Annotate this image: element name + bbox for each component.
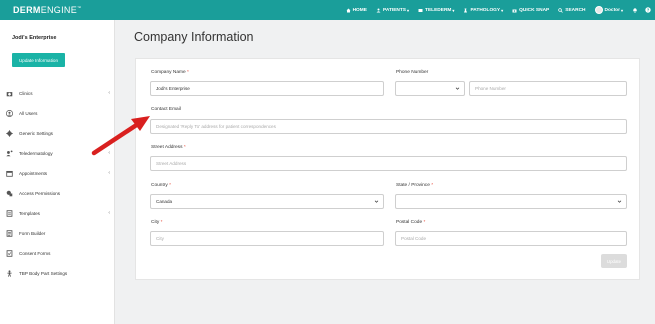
help-icon: ? xyxy=(645,7,651,13)
company-name-input[interactable]: Jodi's Enterprise xyxy=(150,81,384,96)
update-information-button[interactable]: Update Information xyxy=(12,53,65,67)
sidebar-item-appointments[interactable]: Appointments ‹ xyxy=(0,163,115,183)
company-name-label: Company Name * xyxy=(151,70,189,75)
telederm-icon xyxy=(6,149,13,156)
home-icon xyxy=(346,8,351,12)
phone-number-input[interactable]: Phone Number xyxy=(469,81,627,96)
country-label: Country * xyxy=(151,183,172,188)
chevron-down-icon xyxy=(374,200,379,203)
phone-country-code-select[interactable] xyxy=(395,81,465,96)
form-icon xyxy=(6,229,13,237)
permissions-icon xyxy=(6,190,13,196)
contact-email-input[interactable]: Designated 'Reply To' address for patien… xyxy=(150,119,627,134)
street-address-input[interactable]: Street Address xyxy=(150,156,627,171)
street-address-label: Street Address * xyxy=(151,145,186,150)
chevron-left-icon: ‹ xyxy=(108,150,110,156)
nav-telederm[interactable]: TELEDERM ▾ xyxy=(418,8,454,13)
city-input[interactable]: City xyxy=(150,231,384,246)
chevron-down-icon xyxy=(455,87,460,90)
top-navbar: DERMENGINE™ HOME PATIENTS ▾ TELEDERM ▾ PAT… xyxy=(0,0,655,20)
body-icon xyxy=(7,269,12,277)
main-nav: HOME PATIENTS ▾ TELEDERM ▾ PATHOLOGY ▾ QUIC… xyxy=(337,0,651,20)
chevron-left-icon: ‹ xyxy=(108,170,110,176)
sidebar-item-consent-forms[interactable]: Consent Forms xyxy=(0,243,115,263)
search-icon xyxy=(558,7,563,13)
postal-code-input[interactable]: Postal Code xyxy=(395,231,627,246)
chevron-left-icon: ‹ xyxy=(108,90,110,96)
bell-icon xyxy=(633,8,637,13)
clinic-icon xyxy=(6,91,13,96)
telederm-icon xyxy=(418,8,423,12)
country-select[interactable]: Canada xyxy=(150,194,384,209)
nav-home[interactable]: HOME xyxy=(346,8,367,13)
page-title: Company Information xyxy=(134,30,254,44)
org-name: Jodi's Enterprise xyxy=(12,35,57,41)
calendar-icon xyxy=(6,170,13,177)
state-province-label: State / Province * xyxy=(396,183,434,188)
sidebar-item-access-permissions[interactable]: Access Permissions xyxy=(0,183,115,203)
city-label: City * xyxy=(151,220,163,225)
sidebar-item-generic-settings[interactable]: Generic Settings xyxy=(0,123,115,143)
sidebar-item-tbp-body-part-settings[interactable]: TBP Body Part Settings xyxy=(0,263,115,283)
sidebar-item-form-builder[interactable]: Form Builder xyxy=(0,223,115,243)
sidebar: Jodi's Enterprise Update Information Cli… xyxy=(0,20,115,324)
nav-patients[interactable]: PATIENTS ▾ xyxy=(376,8,409,13)
sidebar-menu: Clinics ‹ All Users Generic Settings Tel… xyxy=(0,83,115,283)
user-menu[interactable]: Doctor ▾ xyxy=(594,6,623,14)
brand-logo[interactable]: DERMENGINE™ xyxy=(13,5,81,15)
gear-icon xyxy=(6,129,13,137)
pathology-icon xyxy=(464,8,468,12)
postal-code-label: Postal Code * xyxy=(396,220,426,225)
sidebar-item-templates[interactable]: Templates ‹ xyxy=(0,203,115,223)
sidebar-item-clinics[interactable]: Clinics ‹ xyxy=(0,83,115,103)
chevron-left-icon: ‹ xyxy=(108,210,110,216)
chevron-down-icon xyxy=(617,200,622,203)
nav-pathology[interactable]: PATHOLOGY ▾ xyxy=(463,8,503,13)
sidebar-item-all-users[interactable]: All Users xyxy=(0,103,115,123)
nav-quick-snap[interactable]: QUICK SNAP xyxy=(512,8,549,13)
sidebar-item-teledermatology[interactable]: Teledermatology ‹ xyxy=(0,143,115,163)
phone-number-label: Phone Number xyxy=(396,70,429,75)
templates-icon xyxy=(6,209,13,217)
state-province-select[interactable] xyxy=(395,194,627,209)
nav-search[interactable]: SEARCH xyxy=(558,7,586,13)
help-button[interactable]: ? xyxy=(645,7,651,13)
update-button[interactable]: Update xyxy=(601,254,627,268)
svg-text:?: ? xyxy=(647,8,650,13)
patients-icon xyxy=(376,8,381,12)
notifications-button[interactable] xyxy=(632,7,638,13)
users-icon xyxy=(6,109,13,117)
contact-email-label: Contact Email xyxy=(151,107,181,112)
avatar xyxy=(594,6,603,14)
consent-icon xyxy=(6,249,13,257)
camera-icon xyxy=(512,9,517,12)
